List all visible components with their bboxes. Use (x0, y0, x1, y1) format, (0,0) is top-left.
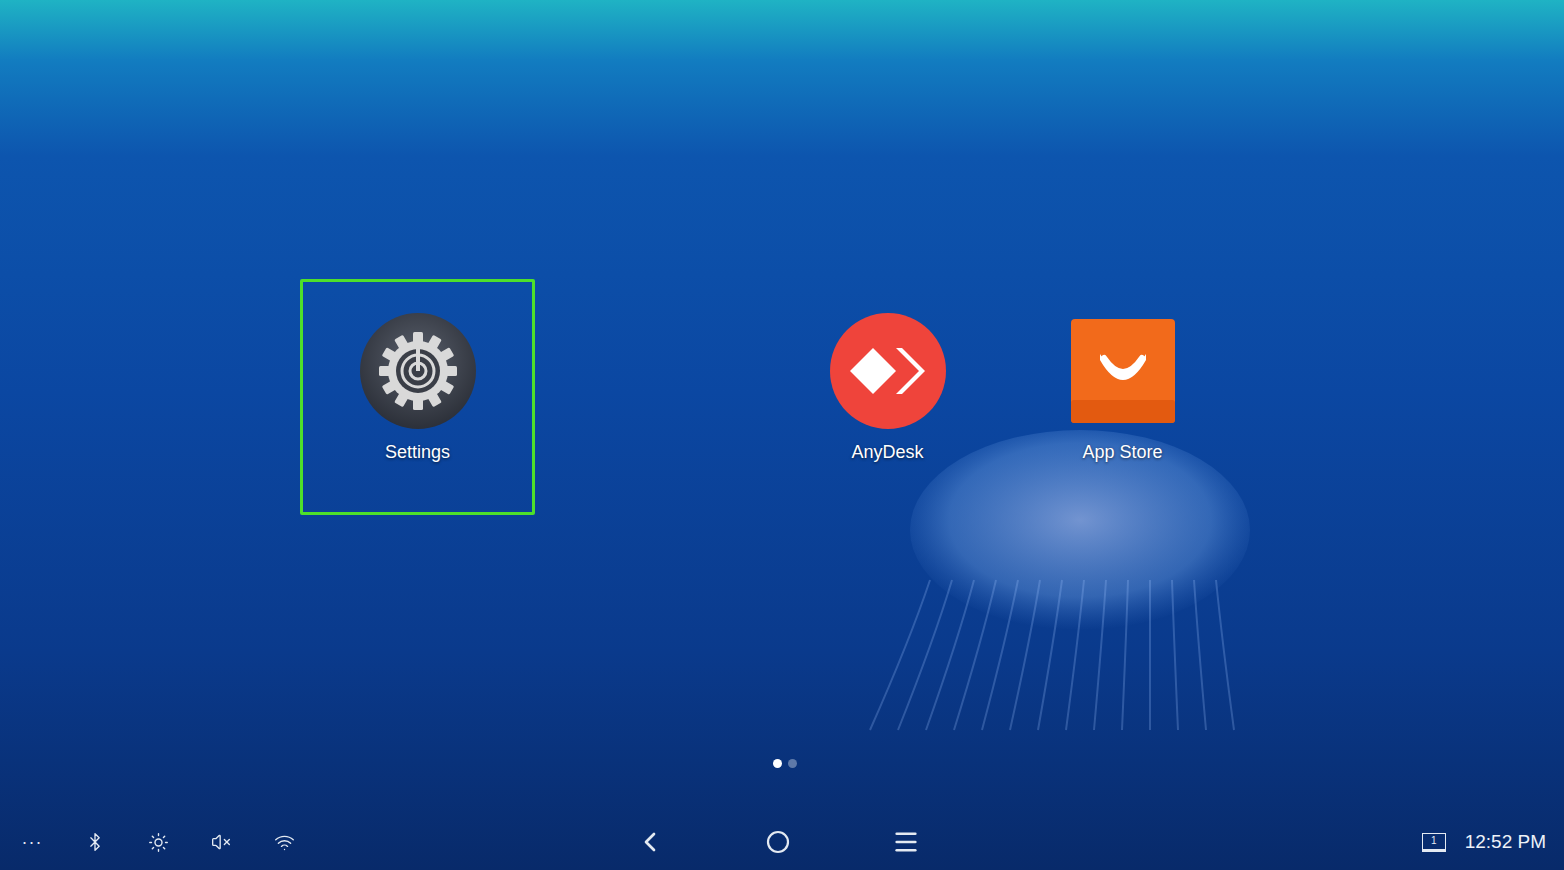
home-screen: Settings AnyDesk App Store ··· 1 12:52 PM (0, 0, 1564, 870)
display-icon: 1 (1422, 833, 1446, 852)
app-icon-frame (359, 312, 477, 430)
jellyfish-wallpaper (780, 420, 1300, 750)
page-indicator (0, 759, 1564, 768)
clock: 12:52 PM (1465, 831, 1546, 853)
settings-gear-icon (359, 312, 477, 430)
brightness-icon (148, 832, 169, 853)
wifi-icon (274, 832, 295, 853)
system-bar: ··· 1 12:52 PM (0, 814, 1564, 870)
app-label: Settings (385, 441, 450, 463)
page-dot[interactable] (788, 759, 797, 768)
back-icon (634, 826, 666, 858)
app-icon-frame (1064, 312, 1182, 430)
page-dot[interactable] (773, 759, 782, 768)
app-label: App Store (1082, 441, 1162, 463)
muted-speaker-icon (211, 832, 231, 852)
more-label: ··· (22, 832, 43, 853)
back-button[interactable] (606, 820, 694, 864)
menu-icon (892, 828, 920, 856)
app-label: AnyDesk (851, 441, 923, 463)
app-icon-frame (829, 312, 947, 430)
volume-button[interactable] (199, 820, 243, 864)
home-icon (766, 830, 790, 854)
app-shortcut[interactable]: Settings (300, 279, 535, 515)
display-button[interactable]: 1 (1419, 820, 1449, 864)
home-button[interactable] (734, 820, 822, 864)
app-store-bag-icon (1064, 312, 1182, 430)
more-button[interactable]: ··· (10, 820, 54, 864)
bluetooth-button[interactable] (73, 820, 117, 864)
wifi-button[interactable] (262, 820, 306, 864)
bluetooth-icon (85, 832, 105, 852)
recents-button[interactable] (862, 820, 950, 864)
app-grid: Settings AnyDesk App Store (0, 279, 1564, 515)
anydesk-logo-icon (829, 312, 947, 430)
brightness-button[interactable] (136, 820, 180, 864)
app-shortcut[interactable]: AnyDesk (770, 279, 1005, 515)
app-shortcut[interactable]: App Store (1005, 279, 1240, 515)
